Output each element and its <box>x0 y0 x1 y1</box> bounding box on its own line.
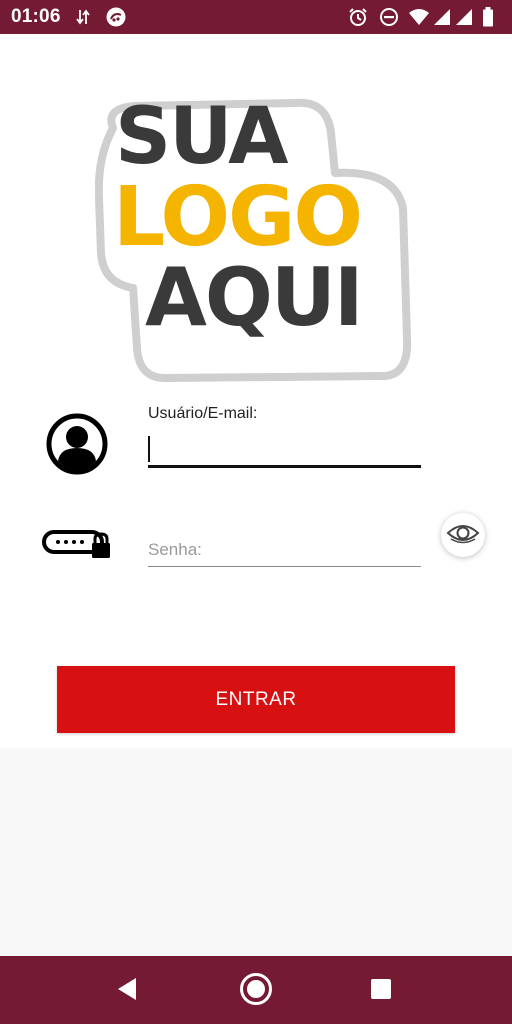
back-button[interactable] <box>110 974 144 1008</box>
back-icon <box>116 977 138 1006</box>
alarm-icon <box>348 7 368 32</box>
do-not-disturb-icon <box>379 7 399 32</box>
battery-icon <box>482 7 494 32</box>
logo-text-line-1: SUA <box>115 92 288 182</box>
logo: SUA LOGO AQUI <box>95 78 415 384</box>
signal-icon <box>433 8 451 31</box>
navigation-bar <box>0 956 512 1024</box>
user-icon <box>46 413 108 475</box>
signal-icon-2 <box>455 8 473 31</box>
home-icon <box>239 972 273 1011</box>
logo-text-line-3: AQUI <box>145 251 364 344</box>
eye-icon <box>446 522 480 549</box>
user-field-label: Usuário/E-mail: <box>148 405 258 422</box>
status-time: 01:06 <box>11 6 61 27</box>
toggle-password-visibility-button[interactable] <box>441 513 485 557</box>
logo-text-line-2: LOGO <box>113 170 363 265</box>
wifi-icon <box>408 8 430 31</box>
text-cursor <box>148 436 150 462</box>
password-input[interactable] <box>148 533 421 567</box>
empty-area <box>0 748 512 956</box>
home-button[interactable] <box>239 972 273 1011</box>
status-bar: 01:06 <box>0 0 512 34</box>
enter-button[interactable]: ENTRAR <box>57 666 455 733</box>
password-lock-icon <box>42 528 112 560</box>
user-email-input[interactable] <box>148 431 421 468</box>
recents-button[interactable] <box>364 974 398 1008</box>
data-transfer-icon <box>76 8 90 31</box>
recents-icon <box>370 978 392 1005</box>
app-notification-icon <box>106 7 126 32</box>
